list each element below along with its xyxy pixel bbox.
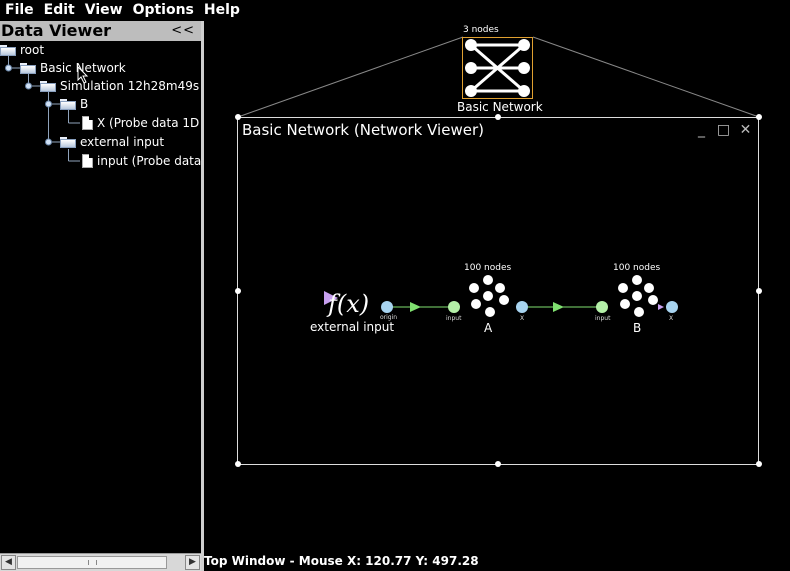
- ensemble-a-output-label: X: [520, 315, 525, 322]
- function-input-glyph[interactable]: f(x): [328, 290, 369, 318]
- arrow-icon: [553, 302, 564, 312]
- origin-port-icon: [381, 301, 393, 313]
- origin-port-icon: [666, 301, 678, 313]
- origin-port-label: origin: [380, 314, 398, 321]
- ensemble-b-input-label: input: [595, 315, 611, 322]
- probe-marker-icon: [658, 304, 664, 310]
- ensemble-b-output-label: X: [669, 315, 674, 322]
- function-input-label: external input: [310, 320, 395, 334]
- origin-port-icon: [516, 301, 528, 313]
- ensemble-a-node-count: 100 nodes: [464, 263, 512, 273]
- arrow-icon: [410, 302, 421, 312]
- network-diagram: [324, 275, 678, 317]
- ensemble-a-label[interactable]: A: [484, 321, 492, 335]
- status-text: Top Window - Mouse X: 120.77 Y: 497.28: [204, 554, 479, 568]
- termination-port-icon: [448, 301, 460, 313]
- ensemble-a-input-label: input: [446, 315, 462, 322]
- status-bar: Top Window - Mouse X: 120.77 Y: 497.28: [204, 553, 790, 571]
- ensemble-a-neurons-icon: [469, 275, 509, 317]
- termination-port-icon: [596, 301, 608, 313]
- ensemble-b-neurons-icon: [618, 275, 658, 317]
- ensemble-b-label[interactable]: B: [633, 321, 641, 335]
- ensemble-b-node-count: 100 nodes: [613, 263, 661, 273]
